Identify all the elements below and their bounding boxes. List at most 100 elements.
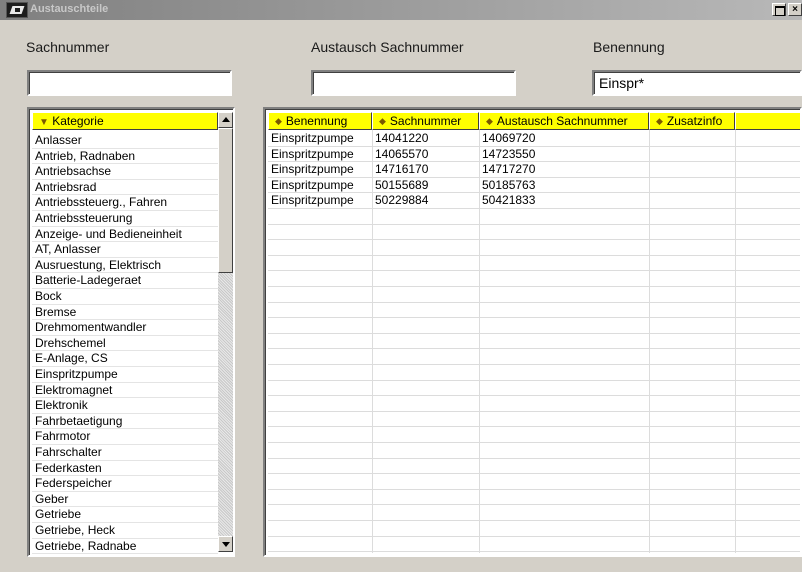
category-list-item[interactable]: E-Anlage, CS <box>32 351 218 367</box>
category-list-item[interactable]: Einspritzpumpe <box>32 367 218 383</box>
category-list-item[interactable]: Geber <box>32 492 218 508</box>
scroll-thumb[interactable] <box>218 128 233 273</box>
category-list-item[interactable]: Drehschemel <box>32 336 218 352</box>
table-cell <box>735 131 800 147</box>
column-header-label: Benennung <box>285 114 348 128</box>
scroll-down-icon[interactable] <box>218 536 233 552</box>
app-icon <box>6 2 28 18</box>
category-list-item[interactable]: Drehmomentwandler <box>32 320 218 336</box>
diamond-sort-icon: ◆ <box>656 116 663 126</box>
empty-table-row[interactable] <box>268 381 800 397</box>
empty-table-row[interactable] <box>268 443 800 459</box>
empty-table-row[interactable] <box>268 537 800 553</box>
table-cell: 14716170 <box>375 162 429 177</box>
table-cell: 50155689 <box>375 177 429 192</box>
category-list-item[interactable]: Bremse <box>32 305 218 321</box>
table-row[interactable]: Einspritzpumpe 50155689 50185763 <box>268 177 800 194</box>
category-list-item[interactable]: Antriebssteuerg., Fahren <box>32 195 218 211</box>
diamond-sort-icon: ◆ <box>379 116 386 126</box>
table-row[interactable]: Einspritzpumpe 14716170 14717270 <box>268 162 800 178</box>
empty-table-row[interactable] <box>268 474 800 490</box>
category-list-item[interactable]: Fahrbetaetigung <box>32 414 218 430</box>
scroll-up-icon[interactable] <box>218 112 233 128</box>
empty-table-row[interactable] <box>268 225 800 241</box>
empty-table-row[interactable] <box>268 505 800 521</box>
category-list-item[interactable]: Federkasten <box>32 461 218 477</box>
category-list-item[interactable]: Antriebssteuerung <box>32 211 218 227</box>
category-list-item[interactable]: Antriebsachse <box>32 164 218 180</box>
column-header[interactable]: ◆ Sachnummer <box>372 112 479 130</box>
table-cell: 14717270 <box>482 162 536 177</box>
empty-table-row[interactable] <box>268 396 800 412</box>
empty-table-row[interactable] <box>268 490 800 506</box>
category-list-item[interactable]: Antrieb, Radnaben <box>32 149 218 165</box>
table-row[interactable]: Einspritzpumpe 14041220 14069720 <box>268 131 800 147</box>
table-cell: Einspritzpumpe <box>271 146 354 161</box>
table-cell: 14723550 <box>482 146 536 161</box>
table-row[interactable]: Einspritzpumpe 14065570 14723550 <box>268 146 800 163</box>
table-cell <box>649 147 735 163</box>
empty-table-row[interactable] <box>268 412 800 428</box>
category-header[interactable]: ▼ Kategorie <box>32 112 218 130</box>
table-cell <box>735 193 800 209</box>
empty-table-row[interactable] <box>268 521 800 537</box>
category-list-item[interactable]: Getriebe <box>32 507 218 523</box>
sachnummer-input[interactable] <box>27 70 232 96</box>
category-list-item[interactable]: Getriebe, Radnabe <box>32 539 218 555</box>
table-cell: Einspritzpumpe <box>271 193 354 208</box>
diamond-sort-icon: ◆ <box>486 116 493 126</box>
category-list-item[interactable]: Elektromagnet <box>32 383 218 399</box>
table-cell: 14041220 <box>375 131 429 145</box>
category-list-item[interactable]: Elektronik <box>32 398 218 414</box>
category-list-item[interactable]: Antriebsrad <box>32 180 218 196</box>
empty-table-row[interactable] <box>268 209 800 225</box>
sort-down-triangle-icon: ▼ <box>39 117 49 128</box>
empty-table-row[interactable] <box>268 365 800 381</box>
empty-table-row[interactable] <box>268 271 800 287</box>
table-cell <box>649 131 735 147</box>
benennung-label: Benennung <box>593 39 665 55</box>
maximize-icon[interactable] <box>772 3 786 16</box>
category-list-item[interactable]: Fahrschalter <box>32 445 218 461</box>
empty-table-row[interactable] <box>268 318 800 334</box>
empty-table-row[interactable] <box>268 240 800 256</box>
empty-table-row[interactable] <box>268 256 800 272</box>
empty-table-row[interactable] <box>268 459 800 475</box>
austausch-sachnummer-input[interactable] <box>311 70 516 96</box>
category-list-item[interactable]: Fahrmotor <box>32 429 218 445</box>
benennung-input[interactable]: Einspr* <box>592 70 802 96</box>
close-icon[interactable]: × <box>788 3 802 16</box>
category-list-item[interactable]: Ausruestung, Elektrisch <box>32 258 218 274</box>
column-header[interactable] <box>735 112 800 130</box>
window-title: Austauschteile <box>30 3 109 15</box>
title-bar: Austauschteile × <box>0 0 802 20</box>
category-list-item[interactable]: Federspeicher <box>32 476 218 492</box>
table-cell <box>735 162 800 178</box>
category-list-item[interactable]: Batterie-Ladegeraet <box>32 273 218 289</box>
results-grid: ◆ Benennung ◆ Sachnummer ◆ Austausch Sachnumm… <box>263 107 802 557</box>
column-header[interactable]: ◆ Austausch Sachnummer <box>479 112 649 130</box>
table-row[interactable]: Einspritzpumpe 50229884 50421833 <box>268 193 800 209</box>
table-cell: Einspritzpumpe <box>271 162 354 177</box>
table-cell: 50185763 <box>482 177 536 192</box>
category-list-item[interactable]: Anzeige- und Bedieneinheit <box>32 227 218 243</box>
category-list-item[interactable]: Getriebe, Heck <box>32 523 218 539</box>
category-list-item[interactable]: Bock <box>32 289 218 305</box>
category-list-item[interactable]: Anlasser <box>32 133 218 149</box>
diamond-sort-icon: ◆ <box>275 116 282 126</box>
empty-table-row[interactable] <box>268 303 800 319</box>
column-header[interactable]: ◆ Benennung <box>268 112 372 130</box>
table-cell <box>735 147 800 163</box>
category-list-item[interactable]: AT, Anlasser <box>32 242 218 258</box>
table-cell <box>649 193 735 209</box>
table-cell: 50421833 <box>482 193 536 208</box>
column-header[interactable]: ◆ Zusatzinfo <box>649 112 735 130</box>
empty-table-row[interactable] <box>268 427 800 443</box>
empty-table-row[interactable] <box>268 287 800 303</box>
empty-table-row[interactable] <box>268 334 800 350</box>
category-scrollbar[interactable] <box>218 112 233 552</box>
table-cell: 14069720 <box>482 131 536 145</box>
column-header-label: Zusatzinfo <box>666 114 723 128</box>
table-cell <box>735 178 800 194</box>
empty-table-row[interactable] <box>268 349 800 365</box>
